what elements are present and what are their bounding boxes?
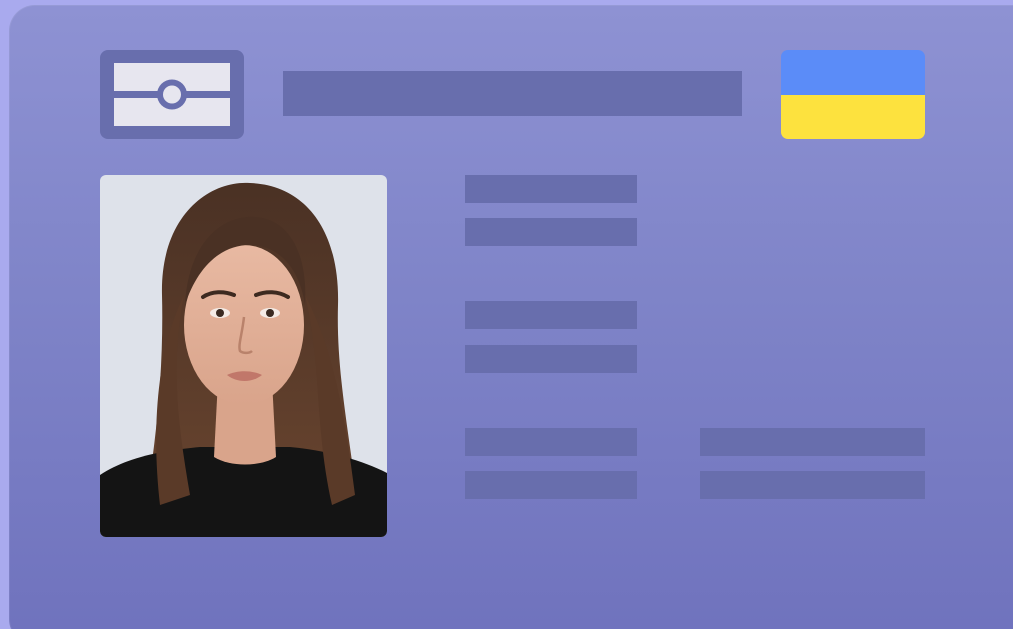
field-placeholder-bar [465,428,637,456]
field-placeholder-bar [465,218,637,246]
field-placeholder-bar [465,175,637,203]
flag-bottom-stripe [781,94,925,139]
portrait-photo [100,175,387,537]
field-placeholder-bar [465,301,637,329]
header-placeholder-bar [283,71,742,116]
ukraine-flag-icon [781,50,925,139]
field-placeholder-bar [700,428,925,456]
id-chip-icon [100,50,244,139]
field-placeholder-bar [465,345,637,373]
portrait-illustration [100,175,387,537]
field-placeholder-bar [465,471,637,499]
flag-top-stripe [781,50,925,95]
field-placeholder-bar [700,471,925,499]
id-card [9,5,1013,629]
